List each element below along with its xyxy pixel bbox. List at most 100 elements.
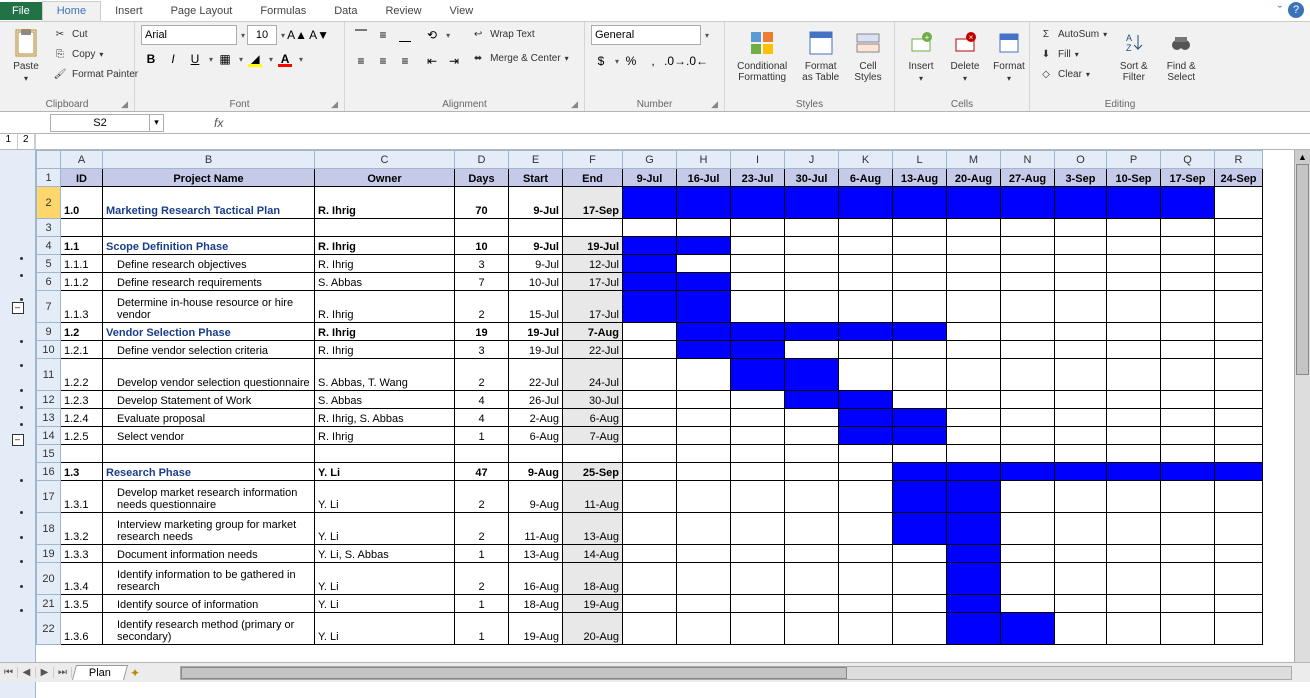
gantt-cell[interactable] [1055, 613, 1107, 645]
conditional-formatting-button[interactable]: Conditional Formatting [731, 25, 793, 85]
paste-button[interactable]: Paste▾ [6, 25, 46, 85]
formula-input[interactable] [231, 114, 1310, 132]
row-header-19[interactable]: 19 [37, 545, 61, 563]
header-cell[interactable]: 13-Aug [893, 169, 947, 187]
row-header-11[interactable]: 11 [37, 359, 61, 391]
cell[interactable]: 1 [455, 613, 509, 645]
cell[interactable] [623, 219, 677, 237]
cell[interactable]: 70 [455, 187, 509, 219]
col-header-R[interactable]: R [1215, 151, 1263, 169]
gantt-cell[interactable] [785, 409, 839, 427]
cell[interactable] [1107, 445, 1161, 463]
align-top-button[interactable]: ⎺ [351, 25, 371, 45]
gantt-cell[interactable] [1161, 545, 1215, 563]
col-header-H[interactable]: H [677, 151, 731, 169]
row-header-16[interactable]: 16 [37, 463, 61, 481]
row-header-1[interactable]: 1 [37, 169, 61, 187]
gantt-cell[interactable] [893, 341, 947, 359]
cell[interactable]: Evaluate proposal [103, 409, 315, 427]
clear-button[interactable]: ◇Clear▾ [1036, 65, 1109, 83]
percent-button[interactable]: % [621, 51, 641, 71]
row-header-15[interactable]: 15 [37, 445, 61, 463]
col-header-D[interactable]: D [455, 151, 509, 169]
cell[interactable] [61, 445, 103, 463]
gantt-cell[interactable] [947, 323, 1001, 341]
cell[interactable]: R. Ihrig [315, 255, 455, 273]
cell[interactable]: Vendor Selection Phase [103, 323, 315, 341]
row-header-22[interactable]: 22 [37, 613, 61, 645]
cell[interactable]: 1.3.2 [61, 513, 103, 545]
cell-styles-button[interactable]: Cell Styles [848, 25, 888, 85]
gantt-cell[interactable] [1055, 237, 1107, 255]
bold-button[interactable]: B [141, 49, 161, 69]
cell[interactable]: Develop vendor selection questionnaire [103, 359, 315, 391]
cell[interactable]: 7 [455, 273, 509, 291]
fill-color-button[interactable]: ◢ [245, 49, 265, 69]
header-cell[interactable]: 16-Jul [677, 169, 731, 187]
gantt-cell[interactable] [1161, 563, 1215, 595]
gantt-cell[interactable] [839, 323, 893, 341]
gantt-cell[interactable] [677, 255, 731, 273]
gantt-cell[interactable] [893, 545, 947, 563]
gantt-cell[interactable] [677, 187, 731, 219]
gantt-cell[interactable] [785, 613, 839, 645]
gantt-cell[interactable] [785, 513, 839, 545]
gantt-cell[interactable] [1107, 391, 1161, 409]
cell[interactable]: 17-Sep [563, 187, 623, 219]
gantt-cell[interactable] [1055, 545, 1107, 563]
delete-cells-button[interactable]: ×Delete▾ [945, 25, 985, 85]
cell[interactable] [731, 219, 785, 237]
gantt-cell[interactable] [623, 273, 677, 291]
gantt-cell[interactable] [677, 341, 731, 359]
row-header-2[interactable]: 2 [37, 187, 61, 219]
gantt-cell[interactable] [1107, 237, 1161, 255]
gantt-cell[interactable] [1161, 359, 1215, 391]
gantt-cell[interactable] [893, 323, 947, 341]
gantt-cell[interactable] [839, 391, 893, 409]
col-header-K[interactable]: K [839, 151, 893, 169]
gantt-cell[interactable] [1161, 481, 1215, 513]
gantt-cell[interactable] [1001, 463, 1055, 481]
gantt-cell[interactable] [1161, 187, 1215, 219]
gantt-cell[interactable] [623, 595, 677, 613]
cell[interactable]: 10 [455, 237, 509, 255]
cell[interactable]: Y. Li [315, 481, 455, 513]
gantt-cell[interactable] [677, 563, 731, 595]
cell[interactable] [1055, 219, 1107, 237]
gantt-cell[interactable] [1215, 341, 1263, 359]
gantt-cell[interactable] [1161, 463, 1215, 481]
gantt-cell[interactable] [839, 427, 893, 445]
col-header-G[interactable]: G [623, 151, 677, 169]
cell[interactable]: S. Abbas [315, 391, 455, 409]
gantt-cell[interactable] [677, 359, 731, 391]
gantt-cell[interactable] [1161, 409, 1215, 427]
row-header-4[interactable]: 4 [37, 237, 61, 255]
font-launcher[interactable]: ◢ [331, 99, 338, 110]
gantt-cell[interactable] [893, 613, 947, 645]
cell[interactable]: 1.3.4 [61, 563, 103, 595]
gantt-cell[interactable] [893, 255, 947, 273]
align-right-button[interactable]: ≡ [395, 51, 415, 71]
gantt-cell[interactable] [839, 237, 893, 255]
gantt-cell[interactable] [731, 273, 785, 291]
gantt-cell[interactable] [947, 463, 1001, 481]
row-header-3[interactable]: 3 [37, 219, 61, 237]
cell[interactable]: Define research objectives [103, 255, 315, 273]
cell[interactable]: 9-Jul [509, 237, 563, 255]
currency-button[interactable]: $ [591, 51, 611, 71]
tab-home[interactable]: Home [42, 1, 101, 21]
sheet-nav-first[interactable]: ⏮ [0, 667, 18, 678]
cell[interactable]: Y. Li [315, 563, 455, 595]
gantt-cell[interactable] [1215, 187, 1263, 219]
gantt-cell[interactable] [1107, 595, 1161, 613]
cell[interactable]: 1.3.3 [61, 545, 103, 563]
cell[interactable] [1107, 219, 1161, 237]
font-color-button[interactable]: A [275, 49, 295, 69]
gantt-cell[interactable] [731, 341, 785, 359]
align-center-button[interactable]: ≡ [373, 51, 393, 71]
cell[interactable]: 16-Aug [509, 563, 563, 595]
row-header-9[interactable]: 9 [37, 323, 61, 341]
cell[interactable] [1001, 219, 1055, 237]
gantt-cell[interactable] [1001, 341, 1055, 359]
cell[interactable]: 15-Jul [509, 291, 563, 323]
